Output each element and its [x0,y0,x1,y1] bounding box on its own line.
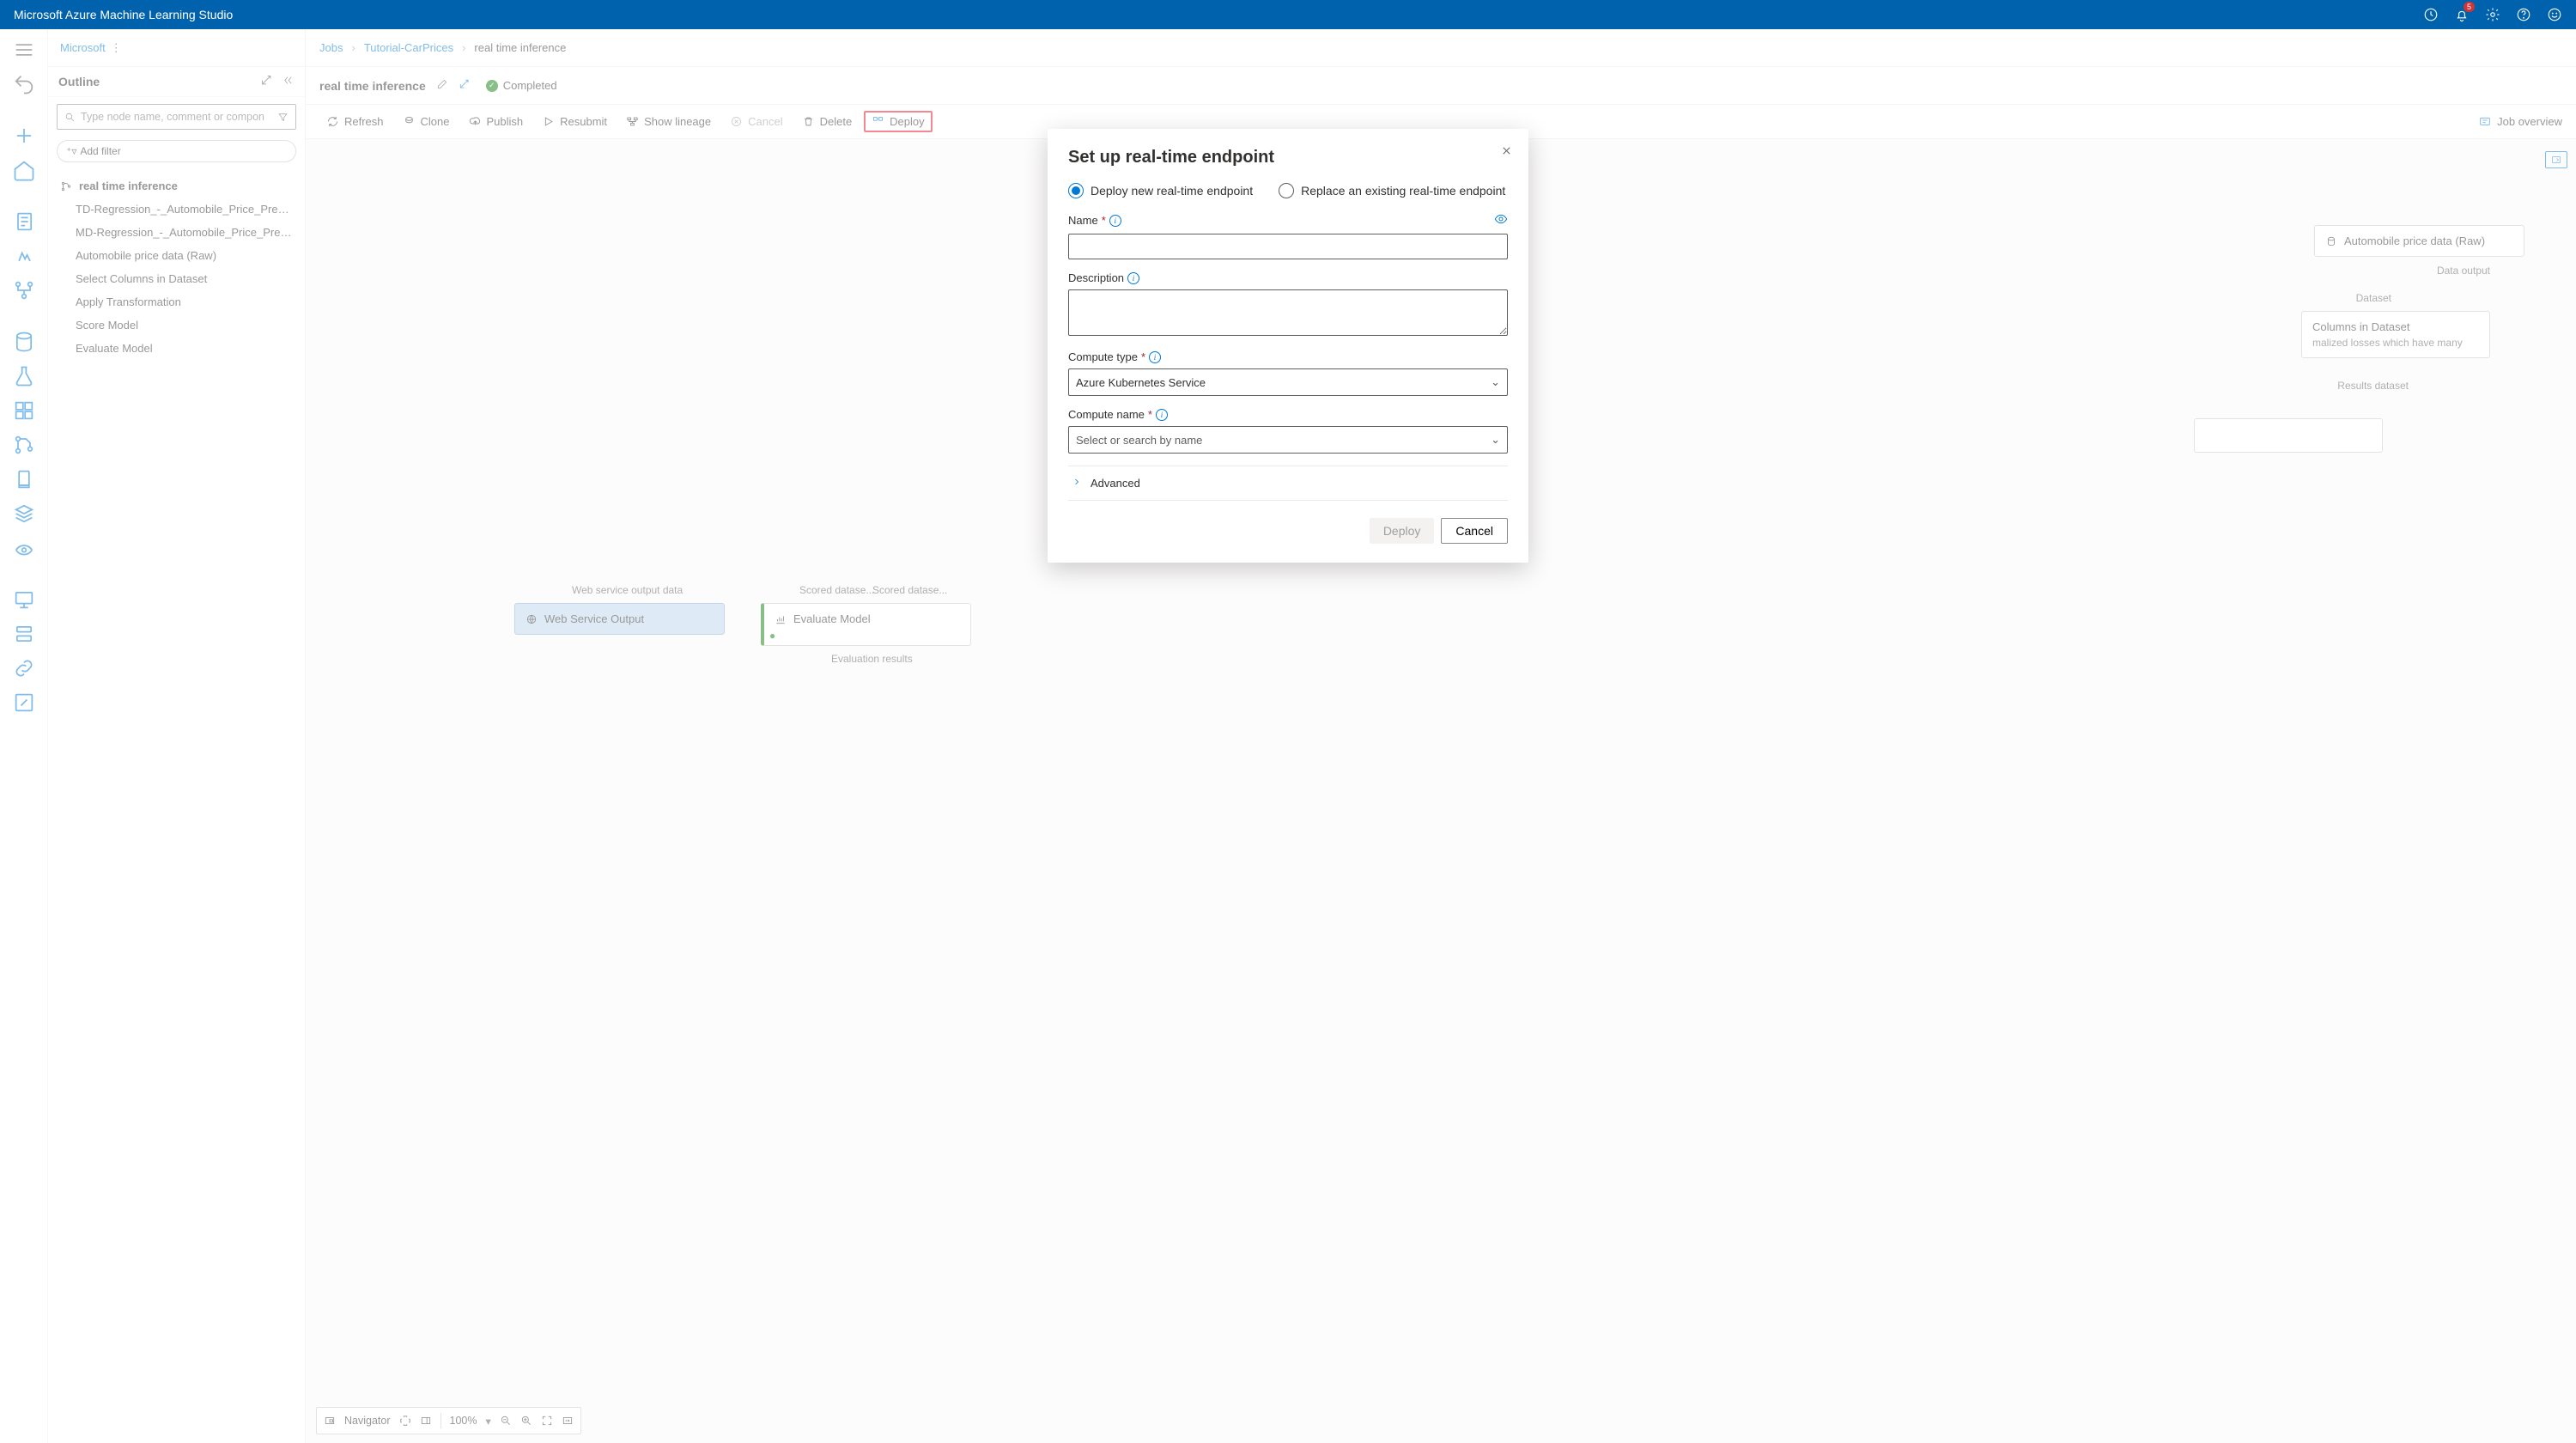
radio-icon [1279,183,1294,198]
deploy-submit-button: Deploy [1370,518,1435,544]
topbar: Microsoft Azure Machine Learning Studio … [0,0,2576,29]
name-label: Name* i [1068,212,1508,228]
clock-icon[interactable] [2423,7,2439,22]
compute-type-label: Compute type* i [1068,350,1508,363]
advanced-toggle[interactable]: Advanced [1068,466,1508,501]
radio-deploy-new[interactable]: Deploy new real-time endpoint [1068,183,1253,198]
info-icon[interactable]: i [1109,215,1121,227]
gear-icon[interactable] [2485,7,2500,22]
modal-title: Set up real-time endpoint [1068,148,1508,167]
close-button[interactable] [1500,144,1513,160]
radio-replace-existing[interactable]: Replace an existing real-time endpoint [1279,183,1505,198]
deploy-modal: Set up real-time endpoint Deploy new rea… [1048,129,1528,563]
field-compute-name: Compute name* i Select or search by name… [1068,408,1508,454]
bell-icon[interactable]: 5 [2454,7,2470,22]
eye-icon[interactable] [1494,212,1508,228]
field-compute-type: Compute type* i Azure Kubernetes Service… [1068,350,1508,396]
info-icon[interactable]: i [1127,272,1139,284]
notification-badge: 5 [2464,2,2475,12]
description-label: Description i [1068,271,1508,284]
compute-name-label: Compute name* i [1068,408,1508,421]
chevron-down-icon: ⌄ [1491,433,1500,447]
chevron-down-icon: ⌄ [1491,375,1500,389]
chevron-right-icon [1072,477,1082,490]
info-icon[interactable]: i [1149,351,1161,363]
radio-icon [1068,183,1084,198]
field-name: Name* i [1068,212,1508,259]
modal-actions: Deploy Cancel [1068,518,1508,544]
name-input[interactable] [1068,234,1508,259]
app-title: Microsoft Azure Machine Learning Studio [14,8,233,21]
field-description: Description i [1068,271,1508,338]
required-mark: * [1102,214,1106,227]
compute-name-select[interactable]: Select or search by name ⌄ [1068,426,1508,454]
description-input[interactable] [1068,289,1508,336]
required-mark: * [1148,408,1152,421]
info-icon[interactable]: i [1156,409,1168,421]
required-mark: * [1141,350,1145,363]
smile-icon[interactable] [2547,7,2562,22]
deploy-mode-radiogroup: Deploy new real-time endpoint Replace an… [1068,183,1508,198]
cancel-modal-button[interactable]: Cancel [1441,518,1508,544]
help-icon[interactable] [2516,7,2531,22]
advanced-label: Advanced [1091,477,1140,490]
compute-type-select[interactable]: Azure Kubernetes Service ⌄ [1068,368,1508,396]
topbar-actions: 5 [2423,7,2562,22]
